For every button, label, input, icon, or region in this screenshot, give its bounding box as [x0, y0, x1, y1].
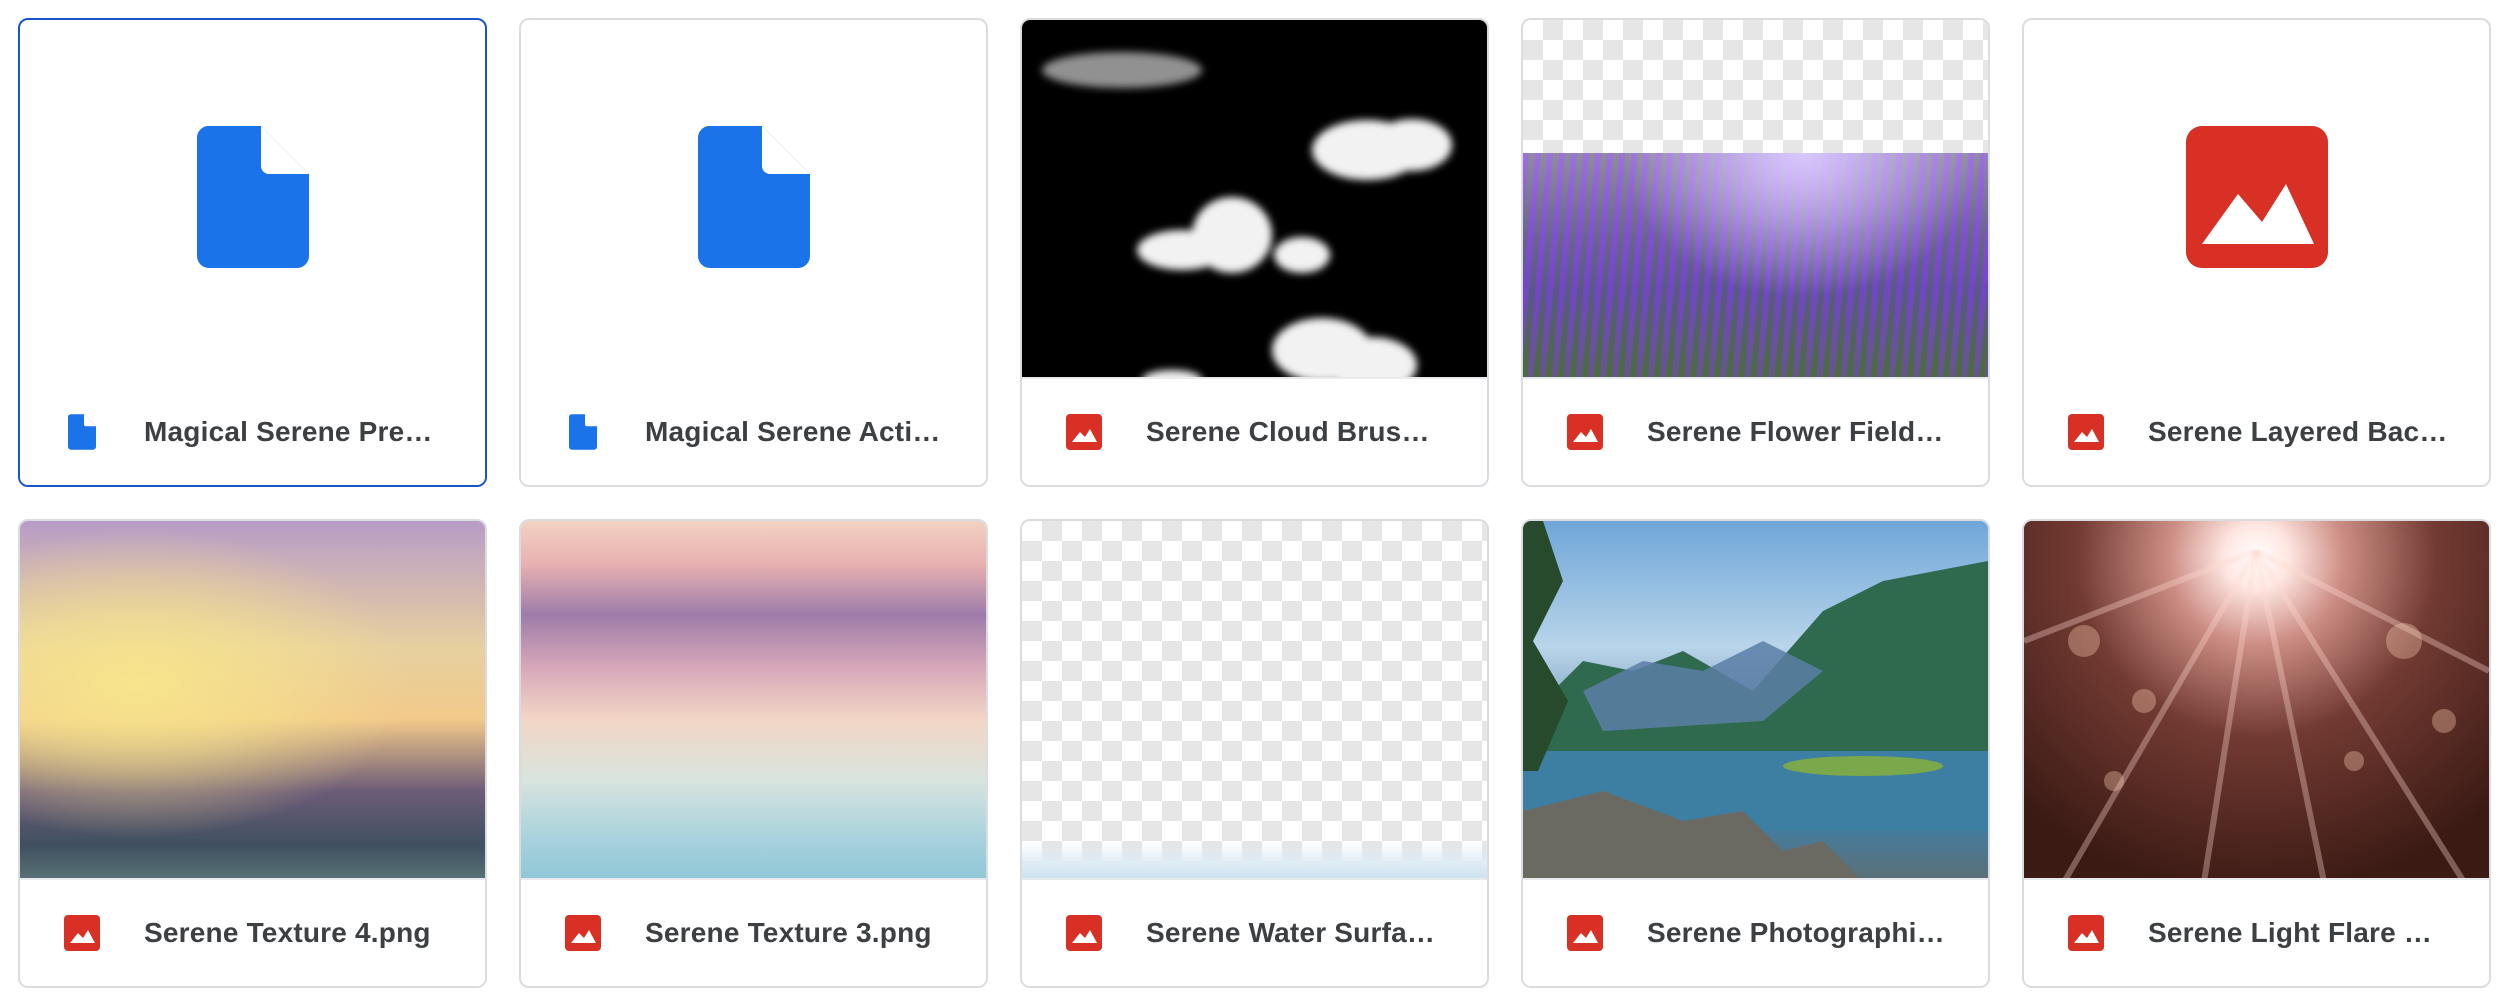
file-card[interactable]: Serene Flower Field Ov...: [1521, 18, 1990, 487]
file-thumbnail: [1523, 20, 1988, 381]
file-thumbnail: [521, 521, 986, 882]
clouds-image: [1042, 52, 1452, 381]
file-name: Serene Cloud Brush Sa...: [1146, 416, 1446, 447]
file-thumbnail: [2024, 521, 2489, 882]
file-footer: Magical Serene Preset...: [20, 379, 485, 485]
document-icon: [196, 126, 309, 268]
file-card[interactable]: Serene Water Surface ...: [1020, 519, 1489, 988]
file-footer: Serene Water Surface ...: [1022, 878, 1487, 986]
file-name: Serene Texture 3.png: [645, 917, 932, 948]
mountain-lake-image: [1523, 521, 1988, 882]
file-footer: Serene Flower Field Ov...: [1523, 377, 1988, 485]
file-footer: Serene Layered Backgr...: [2024, 379, 2489, 485]
file-footer: Serene Texture 3.png: [521, 878, 986, 986]
light-flare-image: [2024, 548, 2489, 882]
lavender-image: [1523, 153, 1988, 381]
image-icon: [62, 913, 102, 953]
file-card[interactable]: Serene Texture 3.png: [519, 519, 988, 988]
file-name: Serene Layered Backgr...: [2148, 416, 2448, 447]
file-footer: Serene Light Flare Ove...: [2024, 878, 2489, 986]
file-card[interactable]: Serene Light Flare Ove...: [2022, 519, 2491, 988]
image-icon: [1064, 913, 1104, 953]
document-icon: [62, 412, 102, 452]
file-footer: Serene Texture 4.png: [20, 878, 485, 986]
file-thumbnail: [521, 20, 986, 381]
file-thumbnail: [1523, 521, 1988, 882]
file-name: Magical Serene Action...: [645, 416, 945, 447]
image-icon: [2185, 126, 2328, 268]
water-surface-image: [1022, 842, 1487, 882]
file-card[interactable]: Serene Cloud Brush Sa...: [1020, 18, 1489, 487]
file-card[interactable]: Serene Texture 4.png: [18, 519, 487, 988]
image-icon: [2066, 412, 2106, 452]
image-icon: [1565, 412, 1605, 452]
file-name: Serene Light Flare Ove...: [2148, 917, 2448, 948]
file-thumbnail: [1022, 20, 1487, 381]
image-icon: [563, 913, 603, 953]
file-footer: Serene Cloud Brush Sa...: [1022, 377, 1487, 485]
file-card[interactable]: Serene Photographic B...: [1521, 519, 1990, 988]
image-icon: [1565, 913, 1605, 953]
image-icon: [1064, 412, 1104, 452]
file-footer: Serene Photographic B...: [1523, 878, 1988, 986]
file-grid: Magical Serene Preset... Magical Serene …: [18, 18, 2491, 988]
document-icon: [697, 126, 810, 268]
file-thumbnail: [1022, 521, 1487, 882]
file-name: Serene Texture 4.png: [144, 917, 431, 948]
file-name: Serene Photographic B...: [1647, 917, 1947, 948]
file-thumbnail: [2024, 20, 2489, 381]
file-name: Serene Flower Field Ov...: [1647, 416, 1947, 447]
file-thumbnail: [20, 521, 485, 882]
file-card[interactable]: Serene Layered Backgr...: [2022, 18, 2491, 487]
file-card[interactable]: Magical Serene Action...: [519, 18, 988, 487]
image-icon: [2066, 913, 2106, 953]
file-name: Serene Water Surface ...: [1146, 917, 1446, 948]
file-footer: Magical Serene Action...: [521, 379, 986, 485]
file-thumbnail: [20, 20, 485, 381]
file-card[interactable]: Magical Serene Preset...: [18, 18, 487, 487]
file-name: Magical Serene Preset...: [144, 416, 444, 447]
document-icon: [563, 412, 603, 452]
